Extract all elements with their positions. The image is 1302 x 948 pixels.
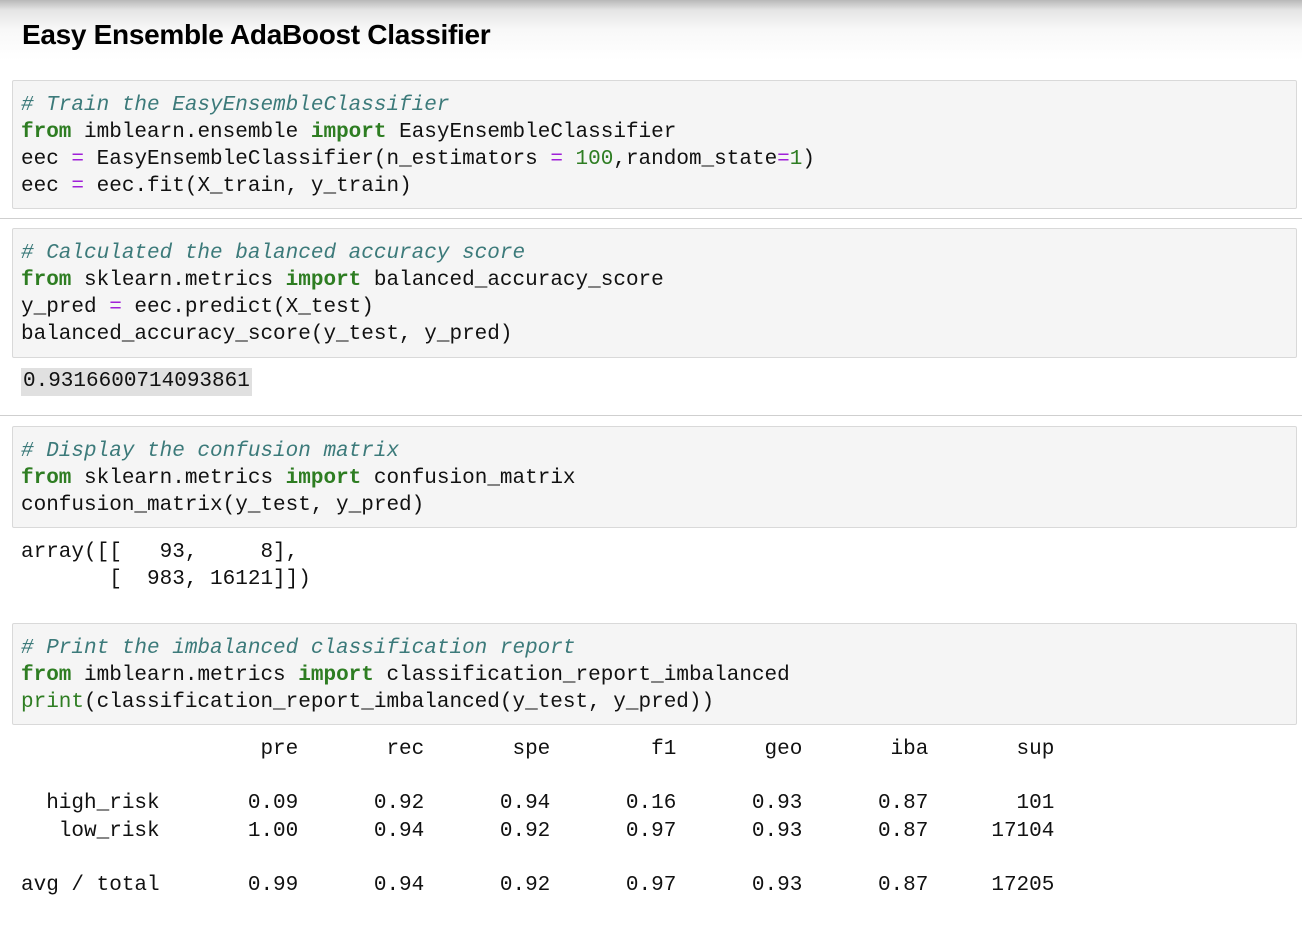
code-comment: # Display the confusion matrix (21, 440, 400, 463)
accuracy-output: 0.9316600714093861 (21, 368, 252, 396)
code-text: confusion_matrix(y_test, y_pred) (21, 494, 425, 517)
builtin-print: print (21, 691, 85, 714)
code-line: confusion_matrix(y_test, y_pred) (21, 492, 1296, 519)
output-line: array([[ 93, 8], (21, 541, 299, 564)
code-line: eec = eec.fit(X_train, y_train) (21, 173, 1296, 200)
code-text: eec.predict(X_test) (121, 296, 374, 319)
operator: = (71, 175, 85, 198)
code-comment: # Train the EasyEnsembleClassifier (21, 94, 450, 117)
number-literal: 1 (789, 148, 803, 171)
code-comment: # Print the imbalanced classification re… (21, 637, 576, 660)
code-text: eec.fit(X_train, y_train) (84, 175, 412, 198)
cell-divider (0, 415, 1302, 416)
section-heading: Easy Ensemble AdaBoost Classifier (22, 19, 491, 50)
code-text: ,random_state (613, 148, 778, 171)
code-text: (classification_report_imbalanced(y_test… (84, 691, 715, 714)
operator: = (109, 296, 122, 319)
keyword-from: from (21, 467, 72, 490)
code-line: eec = EasyEnsembleClassifier(n_estimator… (21, 146, 1296, 173)
code-text: balanced_accuracy_score(y_test, y_pred) (21, 323, 513, 346)
operator: = (71, 148, 85, 171)
import-name: classification_report_imbalanced (373, 664, 790, 687)
code-text: eec (21, 148, 72, 171)
import-name: EasyEnsembleClassifier (386, 121, 677, 144)
classification-report-output: pre rec spe f1 geo iba sup high_risk 0.0… (21, 736, 1054, 899)
import-name: balanced_accuracy_score (361, 269, 664, 292)
report-row-high-risk: high_risk 0.09 0.92 0.94 0.16 0.93 0.87 … (21, 792, 1055, 815)
keyword-from: from (21, 664, 72, 687)
confusion-matrix-output: array([[ 93, 8], [ 983, 16121]]) (21, 539, 311, 593)
output-line: [ 983, 16121]]) (21, 568, 311, 591)
keyword-import: import (310, 121, 387, 144)
code-line: balanced_accuracy_score(y_test, y_pred) (21, 321, 1296, 348)
code-line: from imblearn.metrics import classificat… (21, 662, 1296, 689)
import-name: confusion_matrix (361, 467, 576, 490)
cell-divider (0, 218, 1302, 219)
code-cell-accuracy[interactable]: # Calculated the balanced accuracy score… (12, 228, 1297, 358)
code-line: # Print the imbalanced classification re… (21, 635, 1296, 662)
report-blank-row (21, 763, 1054, 790)
number-literal: 100 (575, 148, 614, 171)
code-line: from sklearn.metrics import balanced_acc… (21, 267, 1296, 294)
keyword-import: import (285, 467, 362, 490)
keyword-from: from (21, 269, 72, 292)
module-name: imblearn.metrics (71, 664, 299, 687)
code-cell-confusion-matrix[interactable]: # Display the confusion matrix from skle… (12, 426, 1297, 528)
code-line: # Display the confusion matrix (21, 438, 1296, 465)
code-line: y_pred = eec.predict(X_test) (21, 294, 1296, 321)
code-line: from imblearn.ensemble import EasyEnsemb… (21, 119, 1296, 146)
report-row-low-risk: low_risk 1.00 0.94 0.92 0.97 0.93 0.87 1… (21, 820, 1055, 843)
module-name: imblearn.ensemble (71, 121, 311, 144)
code-text: EasyEnsembleClassifier(n_estimators (84, 148, 551, 171)
keyword-import: import (285, 269, 362, 292)
code-comment: # Calculated the balanced accuracy score (21, 242, 526, 265)
operator: = (777, 148, 790, 171)
code-line: # Calculated the balanced accuracy score (21, 240, 1296, 267)
report-blank-row (21, 845, 1054, 872)
code-line: from sklearn.metrics import confusion_ma… (21, 465, 1296, 492)
operator: = (550, 148, 563, 171)
code-cell-classification-report[interactable]: # Print the imbalanced classification re… (12, 623, 1297, 725)
keyword-import: import (298, 664, 374, 687)
code-line: # Train the EasyEnsembleClassifier (21, 92, 1296, 119)
code-text: ) (802, 148, 815, 171)
code-text: eec (21, 175, 72, 198)
code-text: y_pred (21, 296, 110, 319)
keyword-from: from (21, 121, 72, 144)
report-row-avg-total: avg / total 0.99 0.94 0.92 0.97 0.93 0.8… (21, 874, 1055, 897)
module-name: sklearn.metrics (71, 467, 286, 490)
report-header-row: pre rec spe f1 geo iba sup (21, 738, 1055, 761)
code-cell-train[interactable]: # Train the EasyEnsembleClassifier from … (12, 80, 1297, 209)
code-line: print(classification_report_imbalanced(y… (21, 689, 1296, 716)
module-name: sklearn.metrics (71, 269, 286, 292)
